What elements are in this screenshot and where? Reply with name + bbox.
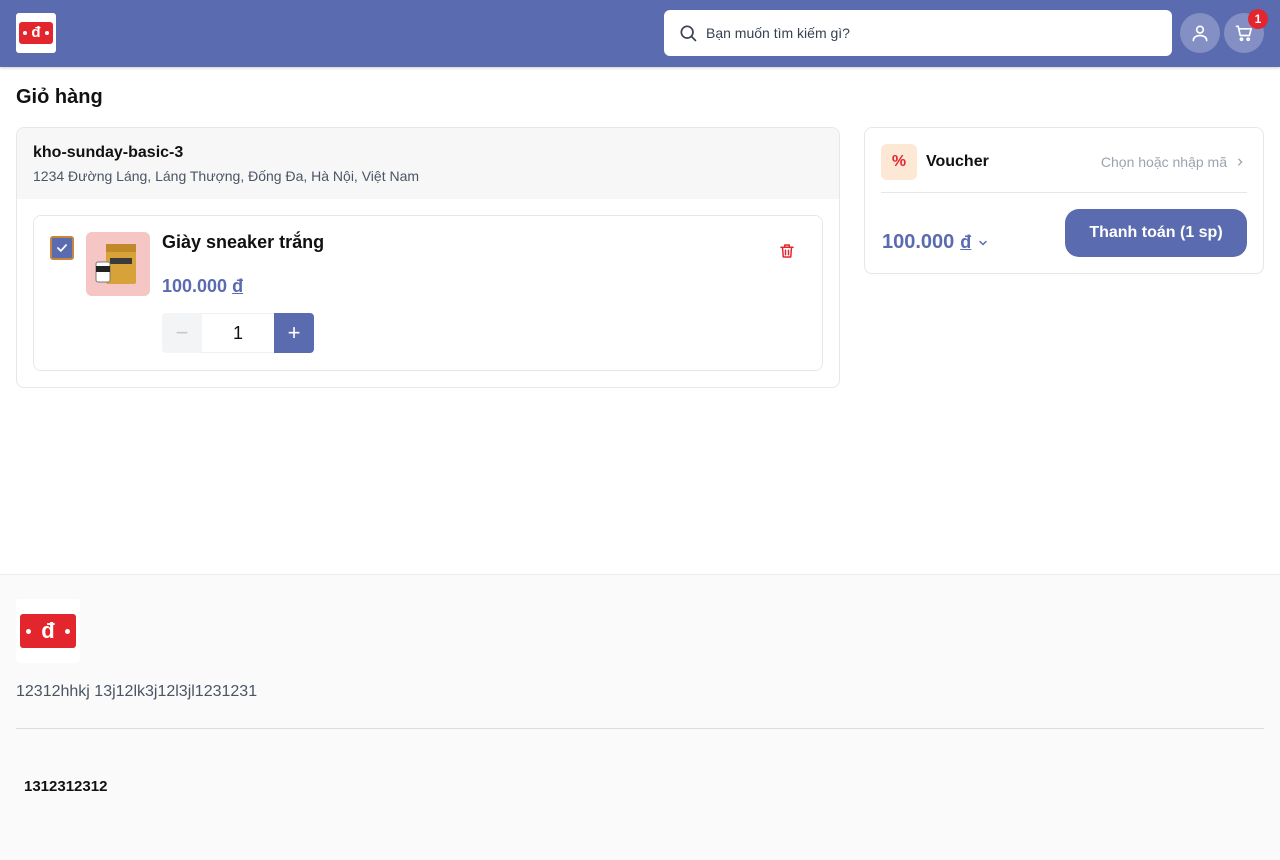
- cart-count-badge: 1: [1248, 9, 1268, 29]
- cart-item: Giày sneaker trắng 100.000 đ − 1 +: [33, 215, 823, 371]
- store-address: 1234 Đường Láng, Láng Thượng, Đống Đa, H…: [33, 168, 420, 184]
- logo[interactable]: đ: [16, 13, 56, 53]
- voucher-title: Voucher: [926, 153, 989, 170]
- search-icon: [680, 25, 697, 42]
- checkout-button[interactable]: Thanh toán (1 sp): [1065, 209, 1247, 257]
- product-image-icon: [86, 232, 150, 296]
- cart-panel: kho-sunday-basic-3 1234 Đường Láng, Láng…: [16, 127, 840, 388]
- decrease-button[interactable]: −: [162, 313, 202, 353]
- footer-bottom-text: 1312312312: [24, 778, 108, 795]
- logo-icon: đ: [20, 614, 76, 648]
- total-price[interactable]: 100.000 đ: [882, 231, 989, 254]
- increase-button[interactable]: +: [274, 313, 314, 353]
- search-input[interactable]: [706, 25, 1146, 41]
- percent-icon: %: [881, 144, 917, 180]
- store-header: kho-sunday-basic-3 1234 Đường Láng, Láng…: [17, 128, 839, 199]
- user-icon: [1192, 25, 1208, 42]
- quantity-value[interactable]: 1: [202, 313, 274, 353]
- account-button[interactable]: [1180, 13, 1220, 53]
- store-name: kho-sunday-basic-3: [33, 144, 184, 161]
- chevron-right-icon: [1235, 154, 1245, 170]
- search-bar[interactable]: [664, 10, 1172, 56]
- voucher-select-label: Chọn hoặc nhập mã: [1100, 154, 1227, 170]
- cart-button[interactable]: 1: [1224, 9, 1268, 53]
- footer-logo[interactable]: đ: [16, 599, 80, 663]
- product-thumbnail[interactable]: [86, 232, 150, 296]
- voucher-select[interactable]: Chọn hoặc nhập mã: [1101, 154, 1245, 170]
- item-name[interactable]: Giày sneaker trắng: [162, 232, 324, 253]
- footer-divider: [16, 728, 1264, 729]
- item-checkbox[interactable]: [50, 236, 74, 260]
- order-summary: % Voucher Chọn hoặc nhập mã 100.000 đ Tha…: [864, 127, 1264, 274]
- check-icon: [57, 244, 67, 252]
- trash-icon[interactable]: [778, 242, 796, 260]
- footer-description: 12312hhkj 13j12lk3j12l3jl1231231: [16, 683, 258, 700]
- item-price: 100.000 đ: [162, 276, 244, 296]
- logo-icon: đ: [19, 22, 53, 44]
- divider: [881, 192, 1247, 193]
- chevron-down-icon: [979, 240, 988, 246]
- top-header: đ 1: [0, 0, 1280, 67]
- footer: đ 12312hhkj 13j12lk3j12l3jl1231231 13123…: [0, 574, 1280, 860]
- quantity-stepper: − 1 +: [162, 313, 314, 353]
- page-title: Giỏ hàng: [16, 86, 103, 108]
